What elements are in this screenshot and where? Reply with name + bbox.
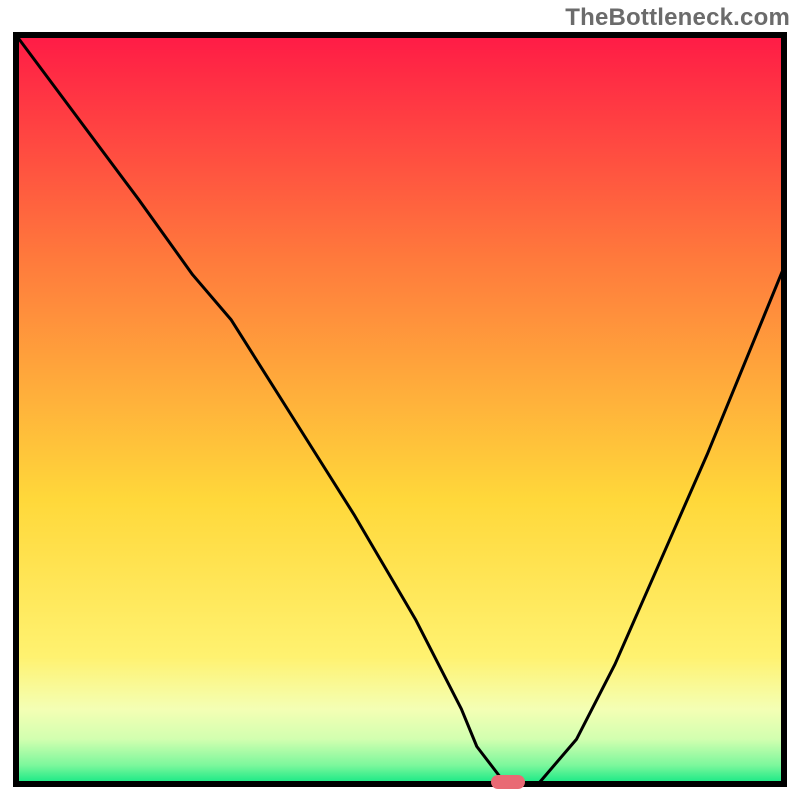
plot-svg (13, 32, 787, 787)
watermark-text: TheBottleneck.com (565, 4, 790, 32)
chart-frame: TheBottleneck.com (0, 0, 800, 800)
plot-area (13, 32, 787, 787)
optimum-marker (491, 775, 525, 789)
gradient-background (16, 35, 784, 784)
